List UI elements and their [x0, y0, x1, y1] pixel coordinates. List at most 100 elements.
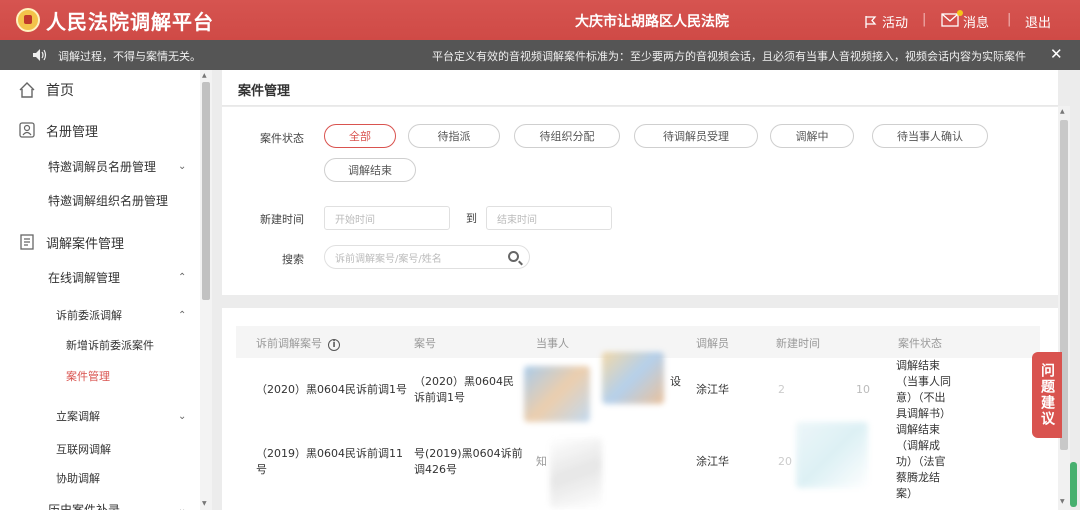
close-icon[interactable]: ✕ — [1050, 45, 1063, 63]
sidebar-item-label: 特邀调解组织名册管理 — [48, 193, 169, 208]
chevron-up-icon: ⌃ — [178, 309, 187, 321]
cell-case-no-line: 调426号 — [414, 463, 457, 476]
cell-created-fragment: 20 — [778, 455, 792, 468]
chevron-down-icon: ⌄ — [178, 160, 187, 172]
app-title: 人民法院调解平台 — [46, 10, 214, 34]
cell-pre-no-line: 号 — [256, 463, 267, 476]
cell-status: 调解结束 （调解成 功）（法官 蔡腾龙结 案） — [896, 422, 946, 502]
sidebar-scrollbar[interactable]: ▲ ▼ — [200, 70, 212, 510]
cell-created-fragment: 10 — [856, 383, 870, 396]
search-input[interactable]: 诉前调解案号/案号/姓名 — [324, 245, 530, 269]
search-icon[interactable] — [508, 251, 519, 262]
feedback-button[interactable]: 问题建议 — [1032, 352, 1062, 438]
flag-icon — [865, 15, 877, 28]
messages-label: 消息 — [963, 16, 990, 31]
chevron-down-icon: ⌄ — [178, 410, 187, 422]
col-header-status: 案件状态 — [898, 337, 942, 350]
cell-case-no: （2020）黑0604民 诉前调1号 — [414, 374, 514, 406]
chevron-down-icon: ⌄ — [178, 503, 187, 510]
scroll-up-icon[interactable]: ▲ — [1060, 108, 1065, 115]
cell-created-fragment: 2 — [778, 383, 785, 396]
sidebar-item-label: 历史案件补录 — [48, 502, 121, 510]
chevron-up-icon: ⌃ — [178, 271, 187, 283]
sidebar-item-label: 首页 — [46, 83, 74, 99]
unread-dot — [957, 9, 963, 16]
col-header-mediator: 调解员 — [696, 337, 729, 350]
scroll-down-icon[interactable]: ▼ — [1060, 498, 1065, 505]
case-table: 诉前调解案号 i 案号 当事人 调解员 新建时间 案件状态 （2020）黑0604… — [222, 308, 1058, 510]
sidebar-item-roster[interactable]: 名册管理 — [18, 120, 218, 140]
sidebar-item-label: 互联网调解 — [56, 443, 111, 456]
sidebar-scroll-thumb[interactable] — [202, 82, 210, 300]
sidebar-item-label: 调解案件管理 — [46, 236, 125, 252]
sidebar-item-mediator-roster[interactable]: 特邀调解员名册管理 ⌄ — [48, 156, 248, 176]
sidebar-item-label: 名册管理 — [46, 124, 99, 140]
app-header: 人民法院调解平台 大庆市让胡路区人民法院 活动 | 消息 | 退出 — [0, 0, 1080, 40]
search-placeholder: 诉前调解案号/案号/姓名 — [335, 253, 442, 265]
end-time-input[interactable]: 结束时间 — [486, 206, 612, 230]
col-header-case-no: 案号 — [414, 337, 436, 350]
col-header-label: 诉前调解案号 — [256, 337, 322, 350]
status-chip-pending-assign[interactable]: 待指派 — [408, 124, 500, 148]
court-emblem-icon — [16, 8, 40, 32]
cell-mediator: 涂江华 — [696, 383, 729, 396]
header-separator: | — [922, 12, 927, 27]
cell-case-no-line: 诉前调1号 — [414, 391, 465, 404]
messages-link[interactable]: 消息 — [941, 9, 990, 31]
filter-panel: 案件状态 全部 待指派 待组织分配 待调解员受理 调解中 待当事人确认 调解结束… — [222, 107, 1058, 295]
cell-case-no-line: （2020）黑0604民 — [414, 375, 514, 388]
sidebar-item-online-mgmt[interactable]: 在线调解管理 ⌃ — [48, 267, 248, 287]
status-chip-mediating[interactable]: 调解中 — [770, 124, 854, 148]
notice-text-right: 平台定义有效的音视频调解案件标准为：至少要两方的音视频会话，且必须有当事人音视频… — [432, 50, 1026, 63]
cell-status-line: 案） — [896, 487, 918, 500]
cell-status-line: 意）（不出 — [896, 391, 946, 404]
cell-status-line: （当事人同 — [896, 375, 951, 388]
sidebar-item-org-roster[interactable]: 特邀调解组织名册管理 — [48, 190, 248, 210]
cell-status-line: 调解结束 — [896, 423, 940, 436]
sidebar-item-label: 协助调解 — [56, 472, 100, 485]
cell-pre-no: （2020）黑0604民诉前调1号 — [256, 383, 407, 396]
sidebar-item-label: 新增诉前委派案件 — [66, 339, 154, 352]
status-chip-pending-party[interactable]: 待当事人确认 — [872, 124, 988, 148]
logout-link[interactable]: 退出 — [1025, 12, 1051, 31]
activity-link[interactable]: 活动 — [864, 12, 908, 31]
speaker-icon — [33, 49, 47, 61]
status-chip-pending-org[interactable]: 待组织分配 — [514, 124, 620, 148]
main-scrollbar[interactable]: ▲ ▼ — [1058, 106, 1070, 510]
to-label: 到 — [466, 212, 477, 225]
user-card-icon — [19, 122, 35, 138]
col-header-pre-no: 诉前调解案号 i — [256, 335, 340, 351]
sidebar-item-label: 特邀调解员名册管理 — [48, 159, 157, 174]
sidebar-item-home[interactable]: 首页 — [18, 80, 218, 100]
side-indicator — [1070, 462, 1077, 507]
header-separator: | — [1007, 12, 1012, 27]
status-chip-all[interactable]: 全部 — [324, 124, 396, 148]
cell-status-line: 调解结束 — [896, 359, 940, 372]
redacted-party — [550, 438, 602, 508]
scroll-down-icon[interactable]: ▼ — [202, 500, 207, 507]
scroll-up-icon[interactable]: ▲ — [202, 72, 207, 79]
court-name: 大庆市让胡路区人民法院 — [575, 14, 729, 30]
sidebar-item-history[interactable]: 历史案件补录 ⌄ — [48, 500, 248, 510]
info-icon[interactable]: i — [328, 339, 340, 351]
cell-pre-no: （2019）黑0604民诉前调11 号 — [256, 446, 403, 478]
redacted-time — [796, 422, 868, 488]
cell-status-line: 蔡腾龙结 — [896, 471, 940, 484]
sidebar-item-label: 案件管理 — [66, 370, 110, 383]
status-chip-finished[interactable]: 调解结束 — [324, 158, 416, 182]
notice-text-left: 调解过程，不得与案情无关。 — [58, 50, 201, 63]
cell-status-line: 功）（法官 — [896, 455, 946, 468]
sidebar-item-label: 立案调解 — [56, 410, 100, 423]
col-header-party: 当事人 — [536, 337, 569, 350]
cell-case-no: 号(2019)黑0604诉前 调426号 — [414, 446, 523, 478]
document-icon — [20, 234, 34, 250]
mail-icon — [941, 9, 963, 31]
sidebar-item-case-mgmt[interactable]: 调解案件管理 — [18, 232, 218, 252]
main-title-bar: 案件管理 — [222, 70, 1058, 106]
col-header-created: 新建时间 — [776, 337, 820, 350]
cell-pre-no-line: （2019）黑0604民诉前调11 — [256, 447, 403, 460]
cell-mediator: 涂江华 — [696, 455, 729, 468]
activity-label: 活动 — [882, 16, 909, 31]
status-chip-pending-mediator[interactable]: 待调解员受理 — [634, 124, 758, 148]
start-time-input[interactable]: 开始时间 — [324, 206, 450, 230]
